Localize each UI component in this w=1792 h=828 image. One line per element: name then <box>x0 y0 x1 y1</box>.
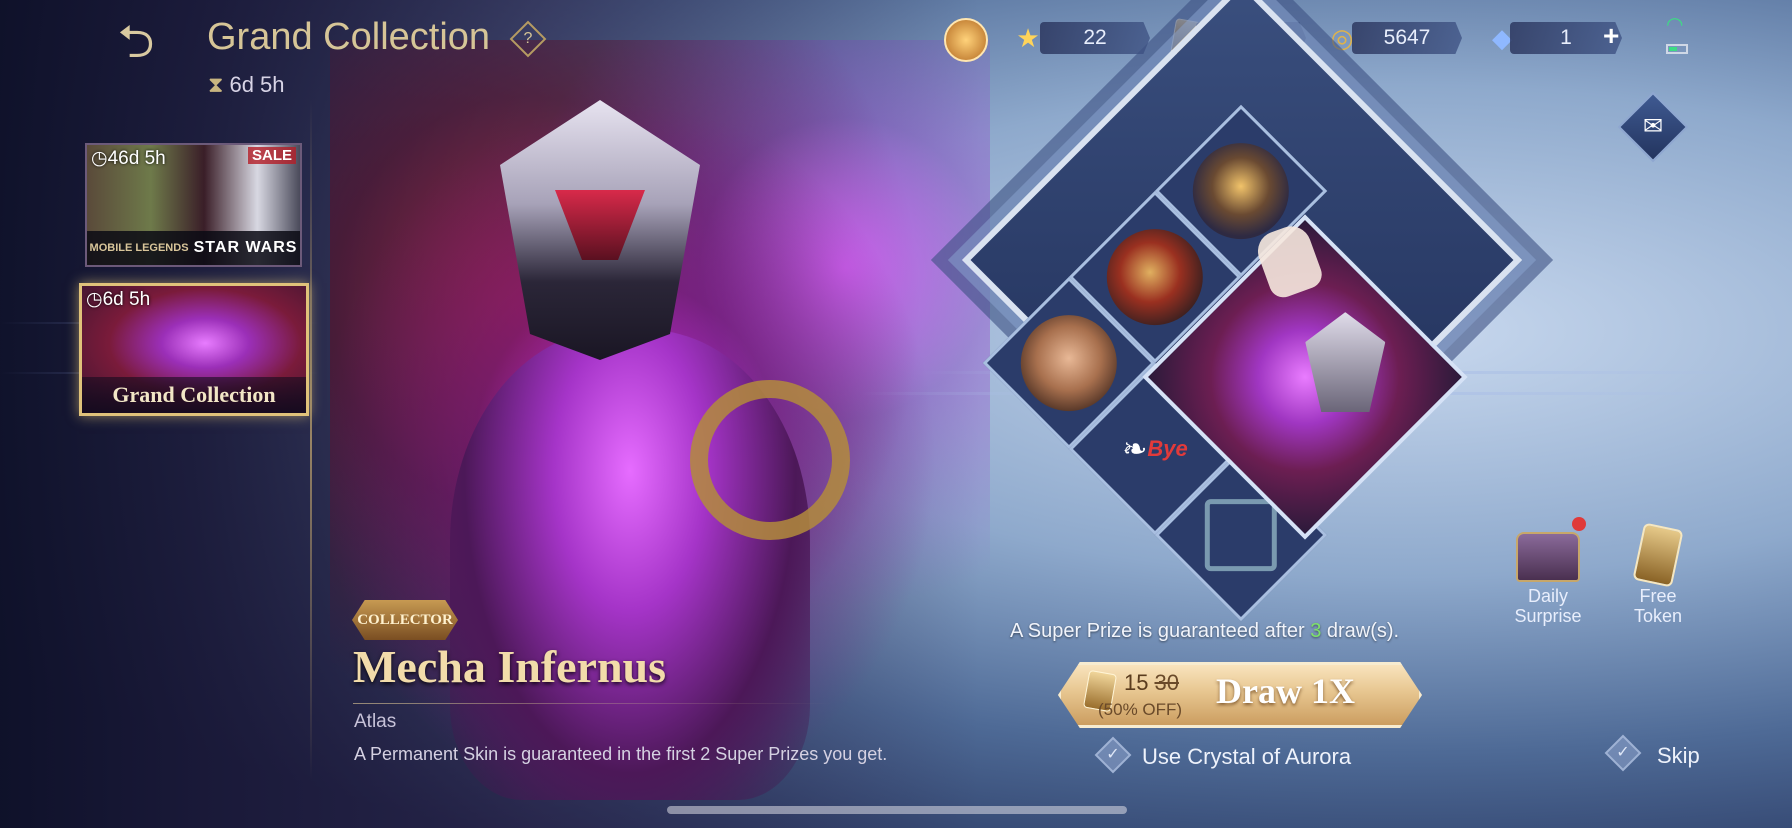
draw-button-label: Draw 1X <box>1216 671 1355 711</box>
crystal-option-label[interactable]: Use Crystal of Aurora <box>1142 744 1351 770</box>
add-diamond-button[interactable]: + <box>1603 20 1619 52</box>
back-arrow-icon: ⮌ <box>117 15 155 67</box>
gift-icon: ✉ <box>1642 113 1664 140</box>
skip-checkbox[interactable]: ✓ <box>1604 734 1642 772</box>
page-title: Grand Collection <box>207 16 491 58</box>
panel-divider <box>310 100 312 780</box>
guarantee-suffix: draw(s). <box>1321 620 1400 642</box>
event-card-label: Grand Collection <box>82 377 306 413</box>
collector-badge: COLLECTOR <box>352 600 458 640</box>
draw-old-price: 30 <box>1154 670 1179 695</box>
event-card-timer-text: 46d 5h <box>107 148 166 169</box>
chest-icon <box>1516 532 1580 582</box>
crystal-checkbox[interactable]: ✓ <box>1094 736 1132 774</box>
game-screen: { "header": { "title": "Grand Collection… <box>0 0 1792 828</box>
draw-price-value: 15 <box>1124 670 1149 695</box>
currency-battle-points[interactable]: 5647 <box>1352 22 1462 54</box>
guarantee-count: 3 <box>1310 620 1322 642</box>
divider-line <box>353 703 833 704</box>
check-icon: ✓ <box>1616 744 1630 761</box>
dove-icon: ❧ <box>1122 432 1148 466</box>
guarantee-prefix: A Super Prize is guaranteed after <box>1010 620 1311 642</box>
gift-button[interactable]: ✉ <box>1617 91 1689 163</box>
free-token-button[interactable]: Free Token <box>1612 522 1704 626</box>
hourglass-icon: ⧗ <box>208 72 224 97</box>
guarantee-text: A Super Prize is guaranteed after 3 draw… <box>1010 620 1399 643</box>
notification-dot <box>1572 517 1586 531</box>
currency-star-ticket[interactable]: 22 <box>1040 22 1150 54</box>
event-card-timer: ◷46d 5h <box>91 148 166 169</box>
skin-description: A Permanent Skin is guaranteed in the fi… <box>354 744 888 764</box>
event-card-logos: MOBILE LEGENDS STAR WARS <box>87 231 300 265</box>
star-wars-logo: STAR WARS <box>193 239 298 256</box>
hero-name: Atlas <box>354 711 397 732</box>
event-card-grand-collection[interactable]: ◷6d 5h Grand Collection <box>79 283 309 416</box>
discount-text: (50% OFF) <box>1098 700 1183 719</box>
daily-surprise-button[interactable]: Daily Surprise <box>1500 532 1596 626</box>
event-card-timer-text: 6d 5h <box>102 289 151 310</box>
event-card-timer: ◷6d 5h <box>86 289 151 310</box>
skip-option-label[interactable]: Skip <box>1657 743 1700 769</box>
event-timer-text: 6d 5h <box>229 72 285 97</box>
daily-surprise-label: Daily Surprise <box>1514 586 1582 626</box>
draw-1x-button[interactable]: 15 30 (50% OFF) Draw 1X <box>1058 662 1422 728</box>
mobile-legends-logo: MOBILE LEGENDS <box>89 241 189 254</box>
event-emblem-icon[interactable] <box>944 18 988 62</box>
token-icon <box>1632 522 1684 588</box>
skin-name: Mecha Infernus <box>353 641 667 692</box>
event-timer: ⧗ 6d 5h <box>208 72 285 98</box>
battery-icon <box>1666 44 1688 54</box>
event-card-star-wars[interactable]: ◷46d 5h SALE MOBILE LEGENDS STAR WARS <box>85 143 302 267</box>
hero-art-chain-ring <box>690 380 850 540</box>
check-icon: ✓ <box>1106 746 1120 763</box>
draw-price: 15 30 <box>1124 670 1179 696</box>
sale-badge: SALE <box>247 147 296 164</box>
home-indicator[interactable] <box>667 806 1127 814</box>
wifi-icon: ◠ <box>1666 14 1684 36</box>
free-token-label: Free Token <box>1633 586 1683 626</box>
back-button[interactable]: ⮌ <box>92 18 180 66</box>
